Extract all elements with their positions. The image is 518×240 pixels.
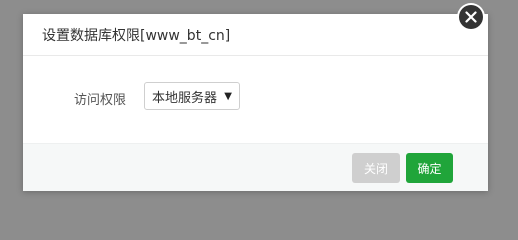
dialog-header: 设置数据库权限[www_bt_cn] xyxy=(23,14,488,56)
close-icon xyxy=(459,5,483,29)
chevron-down-icon: ▼ xyxy=(224,91,232,102)
dialog-body: 访问权限 本地服务器 ▼ xyxy=(23,56,488,142)
dialog-title: 设置数据库权限[www_bt_cn] xyxy=(42,27,231,44)
close-button[interactable]: 关闭 xyxy=(352,153,400,183)
access-permission-label: 访问权限 xyxy=(74,93,127,108)
access-permission-select[interactable]: 本地服务器 ▼ xyxy=(144,82,240,110)
confirm-button[interactable]: 确定 xyxy=(406,153,453,183)
select-value: 本地服务器 xyxy=(152,90,218,106)
dialog-footer: 关闭 确定 xyxy=(23,143,488,191)
close-dialog-button[interactable] xyxy=(457,3,485,31)
db-permission-dialog: 设置数据库权限[www_bt_cn] 访问权限 本地服务器 ▼ 关闭 确定 xyxy=(23,14,488,191)
